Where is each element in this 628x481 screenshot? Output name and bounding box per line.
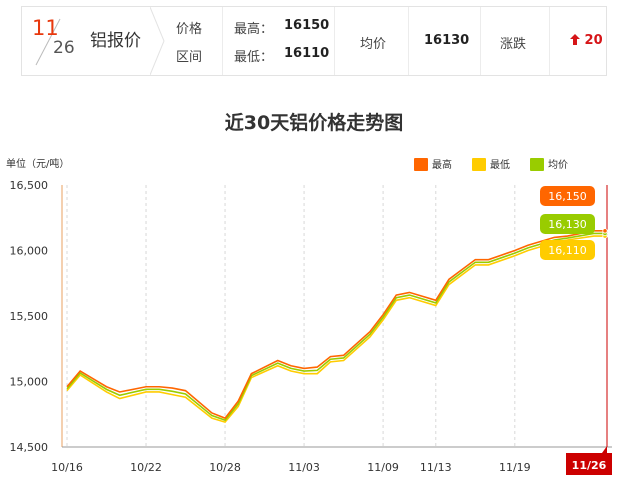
value-tag: 16,150 bbox=[540, 186, 595, 206]
value-tag-label: 16,130 bbox=[548, 218, 587, 231]
x-tick-label: 11/03 bbox=[288, 461, 320, 474]
y-tick-label: 15,500 bbox=[10, 310, 49, 323]
current-date-label: 11/26 bbox=[572, 459, 607, 472]
x-tick-label: 10/16 bbox=[51, 461, 83, 474]
value-tag-label: 16,150 bbox=[548, 190, 587, 203]
series-end-point bbox=[602, 228, 608, 234]
value-tag: 16,130 bbox=[540, 214, 595, 234]
y-tick-label: 15,000 bbox=[10, 376, 49, 389]
x-tick-label: 11/19 bbox=[499, 461, 531, 474]
value-tag-label: 16,110 bbox=[548, 244, 587, 257]
value-tag: 16,110 bbox=[540, 240, 595, 260]
x-tick-label: 11/13 bbox=[420, 461, 452, 474]
x-tick-label: 10/22 bbox=[130, 461, 162, 474]
x-tick-label: 11/09 bbox=[367, 461, 399, 474]
y-tick-label: 16,000 bbox=[10, 245, 49, 258]
y-tick-label: 14,500 bbox=[10, 441, 49, 454]
y-tick-label: 16,500 bbox=[10, 179, 49, 192]
series-line-low bbox=[66, 235, 607, 424]
price-line-chart: 14,500 15,000 15,500 16,000 16,500 10/16 10/22… bbox=[10, 179, 612, 475]
x-tick-label: 10/28 bbox=[209, 461, 241, 474]
